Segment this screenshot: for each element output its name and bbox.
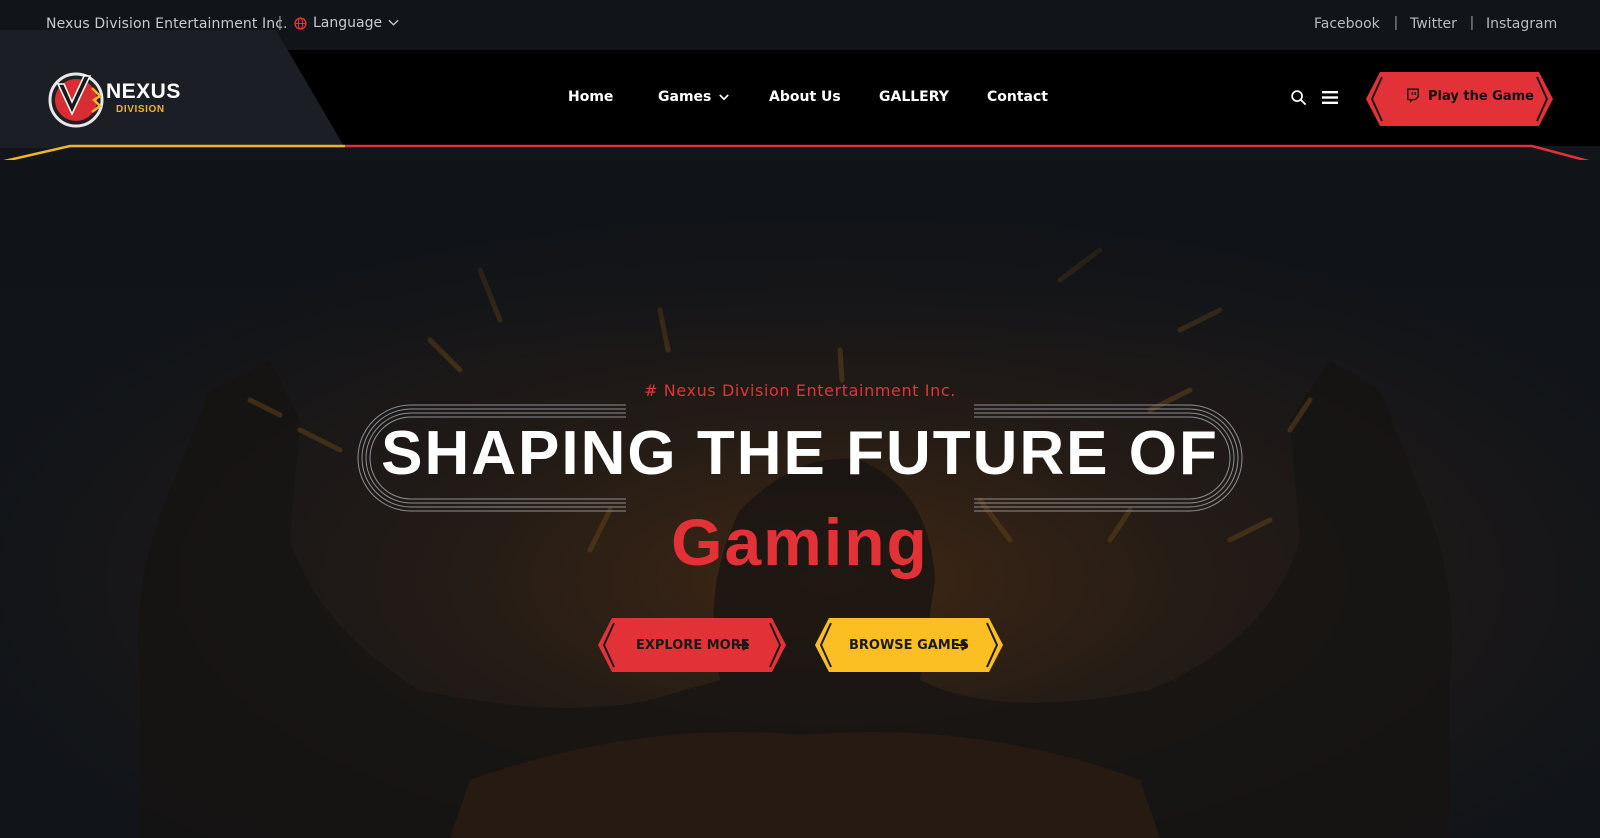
nav-menu: Home Games About Us GALLERY Contact — [0, 89, 1600, 109]
nav-about-us[interactable]: About Us — [769, 89, 841, 105]
hero-eyebrow: # Nexus Division Entertainment Inc. — [644, 381, 956, 400]
explore-more-button[interactable]: EXPLORE MORE — [598, 618, 786, 672]
facebook-link[interactable]: Facebook — [1314, 16, 1380, 32]
browse-games-button[interactable]: BROWSE GAMES — [815, 618, 1003, 672]
arrow-right-icon — [956, 639, 969, 651]
explore-more-label: EXPLORE MORE — [636, 638, 750, 653]
language-selector[interactable]: Language — [294, 15, 399, 31]
chevron-down-icon — [388, 19, 399, 26]
nav-games[interactable]: Games — [658, 89, 729, 105]
menu-icon — [1322, 91, 1338, 104]
nav-home[interactable]: Home — [568, 89, 613, 105]
twitch-icon — [1407, 88, 1419, 103]
nav-games-label: Games — [658, 89, 712, 105]
chevron-down-icon — [719, 94, 729, 101]
browse-games-label: BROWSE GAMES — [849, 638, 969, 653]
nav-gallery[interactable]: GALLERY — [879, 89, 949, 105]
nav-contact[interactable]: Contact — [987, 89, 1048, 105]
menu-button[interactable] — [1322, 90, 1338, 110]
globe-icon — [294, 16, 307, 30]
search-icon — [1291, 90, 1307, 106]
language-label: Language — [313, 15, 383, 31]
company-name: Nexus Division Entertainment Inc. — [46, 16, 288, 32]
divider: | — [278, 14, 282, 31]
divider: | — [1470, 14, 1474, 31]
play-button-label: Play the Game — [1428, 89, 1534, 104]
hero-headline: SHAPING THE FUTURE OF — [381, 419, 1219, 488]
instagram-link[interactable]: Instagram — [1486, 16, 1557, 32]
play-the-game-button[interactable]: Play the Game — [1366, 72, 1553, 126]
search-button[interactable] — [1290, 89, 1307, 111]
twitter-link[interactable]: Twitter — [1410, 16, 1457, 32]
arrow-right-icon — [737, 639, 750, 651]
hero-headline-accent: Gaming — [671, 505, 929, 579]
divider: | — [1394, 14, 1398, 31]
